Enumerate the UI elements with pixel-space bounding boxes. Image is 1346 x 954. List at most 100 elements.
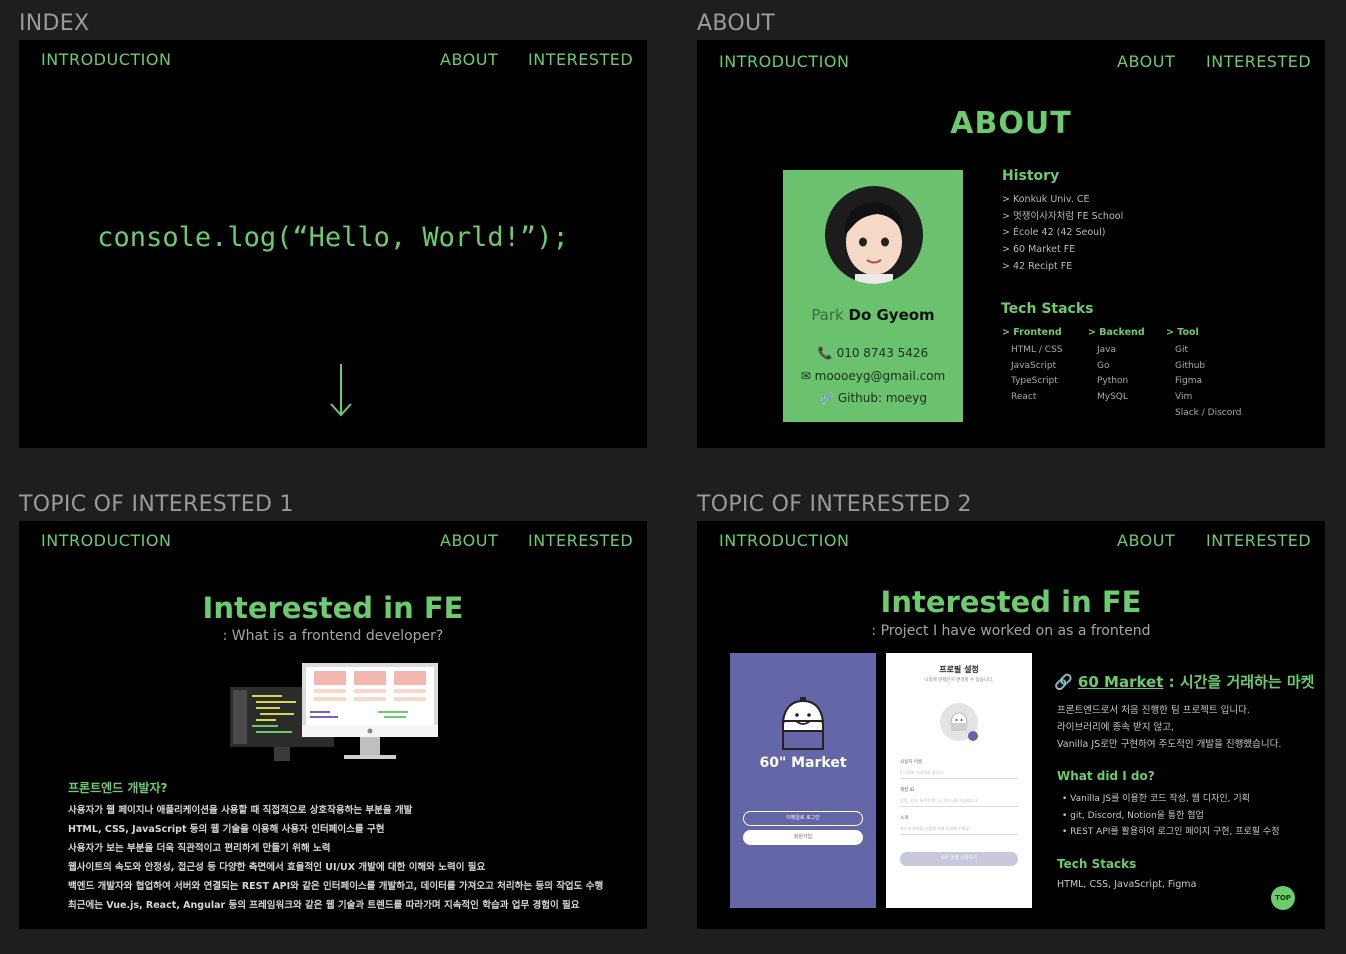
profile-image[interactable]	[940, 703, 978, 741]
link-icon: 🔗	[1054, 673, 1073, 691]
stack-item: Github	[1175, 360, 1206, 371]
history-item: > Konkuk Univ. CE	[1002, 194, 1090, 205]
phone-row: 📞 010 8743 5426	[783, 346, 963, 360]
nav-about[interactable]: ABOUT	[1117, 531, 1175, 550]
frame-label-about: ABOUT	[697, 11, 776, 36]
topic-subtitle: : What is a frontend developer?	[222, 628, 444, 644]
profile-card: Park Do Gyeom 📞 010 8743 5426 ✉ moooeyg@…	[783, 170, 963, 422]
hello-world-code: console.log(“Hello, World!”);	[97, 222, 569, 253]
frame-label-topic2: TOPIC OF INTERESTED 2	[697, 492, 972, 517]
nav-bar: INTRODUCTION ABOUT INTERESTED	[697, 521, 1325, 561]
history-item: > 멋쟁이사자처럼 FE School	[1002, 210, 1124, 222]
nav-interested[interactable]: INTERESTED	[528, 50, 633, 69]
profile-setup-title: 프로필 설정	[939, 665, 979, 674]
task-item: • REST API를 활용하여 로그인 페이지 구현, 프로필 수정	[1062, 827, 1280, 837]
intro-input[interactable]: 자신과 판매할 상품에 대해 소개해 주세요!	[900, 826, 1018, 835]
email-login-button[interactable]: 이메일로 로그인	[743, 811, 863, 826]
email-address: moooeyg@gmail.com	[814, 369, 946, 383]
frame-label-topic1: TOPIC OF INTERESTED 1	[19, 492, 294, 517]
email-row: ✉ moooeyg@gmail.com	[783, 369, 963, 383]
nav-interested[interactable]: INTERESTED	[1206, 531, 1311, 550]
start-market-button[interactable]: 60" 마켓 시작하기	[900, 852, 1018, 866]
stack-item: Java	[1097, 344, 1117, 355]
backend-heading: > Backend	[1088, 327, 1145, 338]
nav-bar: INTRODUCTION ABOUT INTERESTED	[697, 40, 1325, 80]
nav-about[interactable]: ABOUT	[1117, 52, 1175, 71]
nav-interested[interactable]: INTERESTED	[528, 531, 633, 550]
topic-title: Interested in FE	[880, 585, 1142, 619]
nav-introduction[interactable]: INTRODUCTION	[719, 531, 849, 550]
description-line: 사용자가 보는 부분을 더욱 직관적이고 편리하게 만들기 위해 노력	[68, 843, 331, 854]
topic-subtitle: : Project I have worked on as a frontend	[871, 623, 1151, 639]
stack-item: Figma	[1175, 376, 1203, 387]
tool-stack: > Tool Git Github Figma Vim Slack / Disc…	[1166, 325, 1241, 422]
avatar	[825, 186, 923, 284]
project-heading: 🔗 60 Market : 시간을 거래하는 마켓	[1054, 671, 1314, 692]
phone-icon: 📞	[817, 346, 833, 360]
stack-item: Slack / Discord	[1175, 407, 1242, 418]
github-row[interactable]: 🔗 Github: moeyg	[783, 391, 963, 405]
topic1-frame: INTRODUCTION ABOUT INTERESTED Interested…	[19, 521, 647, 929]
nav-interested[interactable]: INTERESTED	[1206, 52, 1311, 71]
nav-about[interactable]: ABOUT	[440, 531, 498, 550]
about-frame: INTRODUCTION ABOUT INTERESTED ABOUT Park…	[697, 40, 1325, 448]
history-item: > École 42 (42 Seoul)	[1002, 227, 1106, 239]
stack-item: Python	[1097, 376, 1129, 387]
tool-heading: > Tool	[1166, 327, 1199, 338]
account-id-input[interactable]: 영문, 숫자, 특수문자(.),(_)만 사용 가능합니다.	[900, 798, 1018, 807]
nav-introduction[interactable]: INTRODUCTION	[41, 531, 171, 550]
phone-number: 010 8743 5426	[836, 346, 929, 360]
stack-item: MySQL	[1097, 392, 1128, 403]
history-list: > Konkuk Univ. CE > 멋쟁이사자처럼 FE School > …	[1002, 192, 1123, 276]
stack-item: HTML / CSS	[1011, 344, 1063, 355]
username-label: 사용자 이름	[900, 760, 923, 765]
index-frame: INTRODUCTION ABOUT INTERESTED console.lo…	[19, 40, 647, 448]
profile-first-name: Park	[811, 306, 849, 324]
scroll-top-button[interactable]: TOP	[1271, 886, 1295, 910]
profile-setup-subtitle: 나중에 언제든지 변경할 수 있습니다.	[924, 678, 994, 683]
project-description-line: 프론트엔드로서 처음 진행한 팀 프로젝트 입니다.	[1057, 705, 1250, 716]
app-splash-screen: 60" Market 이메일로 로그인 회원가입	[730, 653, 876, 908]
what-did-i-do-heading: What did I do?	[1057, 769, 1155, 783]
frontend-stack: > Frontend HTML / CSS JavaScript TypeScr…	[1002, 325, 1063, 406]
profile-name: Park Do Gyeom	[783, 306, 963, 324]
mail-icon: ✉	[800, 369, 811, 383]
profile-setup-screen: 프로필 설정 나중에 언제든지 변경할 수 있습니다. 사용자 이름 2~10자…	[886, 653, 1032, 908]
arrow-down-icon[interactable]	[329, 362, 353, 418]
link-icon: 🔗	[819, 391, 834, 405]
account-id-label: 계정 ID	[900, 788, 915, 793]
stack-item: TypeScript	[1011, 376, 1058, 387]
stack-item: JavaScript	[1011, 360, 1057, 371]
nav-introduction[interactable]: INTRODUCTION	[41, 50, 171, 69]
task-item: • git, Discord, Notion을 통한 협업	[1062, 811, 1204, 821]
nav-about[interactable]: ABOUT	[440, 50, 498, 69]
profile-last-name: Do Gyeom	[848, 306, 935, 324]
intro-label: 소개	[900, 816, 909, 821]
history-item: > 42 Recipt FE	[1002, 260, 1073, 272]
upload-image-icon[interactable]	[968, 731, 978, 741]
stack-item: Vim	[1175, 392, 1193, 403]
nav-bar: INTRODUCTION ABOUT INTERESTED	[19, 521, 647, 561]
nav-introduction[interactable]: INTRODUCTION	[719, 52, 849, 71]
history-item: > 60 Market FE	[1002, 244, 1076, 256]
stack-item: Git	[1175, 344, 1189, 355]
stack-item: React	[1011, 392, 1037, 403]
project-description-line: Vanilla JS로만 구현하여 주도적인 개발을 진행했습니다.	[1057, 739, 1282, 750]
project-tagline: : 시간을 거래하는 마켓	[1163, 673, 1315, 691]
github-link[interactable]: Github: moeyg	[838, 391, 927, 405]
backend-stack: > Backend Java Go Python MySQL	[1088, 325, 1145, 406]
description-line: 백엔드 개발자와 협업하여 서버와 연결되는 REST API와 같은 인터페이…	[68, 881, 604, 892]
signup-button[interactable]: 회원가입	[743, 830, 863, 845]
tech-stacks-heading: Tech Stacks	[1057, 857, 1137, 871]
tech-stacks-list: HTML, CSS, JavaScript, Figma	[1057, 879, 1197, 890]
page-title: ABOUT	[950, 106, 1072, 141]
stack-item: Go	[1097, 360, 1110, 371]
username-input[interactable]: 2~10자 이내여야 합니다.	[900, 770, 1018, 779]
history-heading: History	[1002, 168, 1060, 184]
nav-bar: INTRODUCTION ABOUT INTERESTED	[19, 40, 647, 80]
project-link[interactable]: 60 Market	[1078, 673, 1163, 691]
frontend-heading: > Frontend	[1002, 327, 1062, 338]
market-logo-icon	[781, 697, 825, 750]
description-line: 사용자가 웹 페이지나 애플리케이션을 사용할 때 직접적으로 상호작용하는 부…	[68, 805, 413, 816]
description-line: HTML, CSS, JavaScript 등의 웹 기술을 이용해 사용자 인…	[68, 824, 385, 835]
